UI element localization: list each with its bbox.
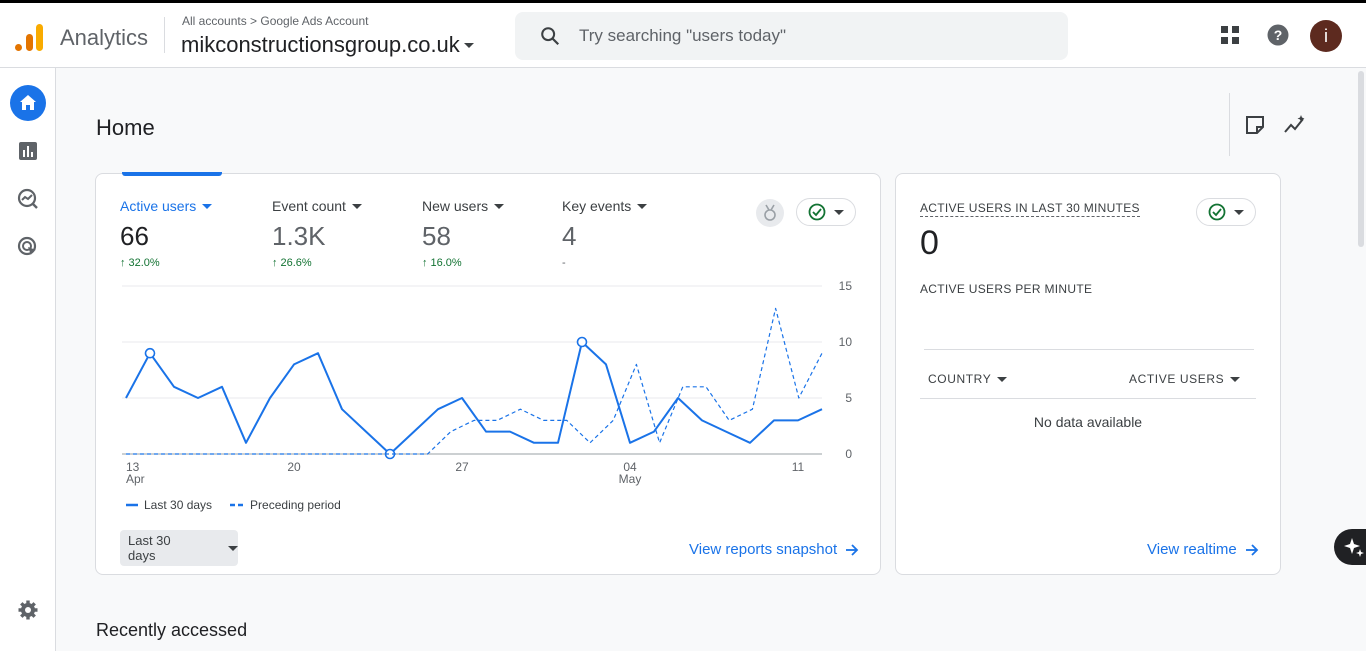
target-cursor-icon (17, 236, 37, 256)
anomaly-marker (144, 347, 156, 359)
nav-admin[interactable] (10, 592, 46, 628)
explore-icon (17, 188, 38, 209)
ai-assistant-button[interactable] (1334, 529, 1366, 565)
x-tick-label: 27 (455, 460, 469, 474)
account-selector[interactable]: mikconstructionsgroup.co.uk (181, 32, 474, 58)
y-tick-label: 0 (845, 447, 852, 461)
nav-home[interactable] (10, 85, 46, 121)
column-label: ACTIVE USERS (1129, 372, 1225, 386)
insights-icon[interactable] (1283, 113, 1307, 137)
help-icon[interactable]: ? (1266, 23, 1290, 47)
realtime-subtitle: ACTIVE USERS PER MINUTE (920, 282, 1093, 296)
avatar[interactable]: i (1310, 20, 1342, 52)
apps-grid-icon[interactable] (1218, 23, 1242, 47)
account-name: mikconstructionsgroup.co.uk (181, 32, 460, 57)
legend-item-preceding: Preceding period (230, 498, 341, 512)
chevron-down-icon (463, 42, 474, 48)
arrow-right-icon (846, 543, 859, 556)
x-tick-month: Apr (126, 472, 145, 486)
search-input[interactable] (579, 26, 1039, 46)
page-scrollbar[interactable] (1358, 71, 1364, 247)
metrics-line-chart: 15105013Apr20 27 04May11 (122, 279, 853, 486)
search-bar[interactable] (515, 12, 1068, 60)
nav-explore[interactable] (10, 181, 46, 217)
sparkle-icon (1344, 538, 1364, 557)
top-bar: Analytics All accounts > Google Ads Acco… (0, 3, 1366, 68)
per-minute-baseline (924, 349, 1254, 350)
x-tick-label: 20 (287, 460, 301, 474)
y-tick-label: 10 (839, 335, 853, 349)
analytics-logo[interactable] (14, 22, 44, 52)
legend-solid-swatch (126, 503, 138, 507)
chevron-down-icon (1234, 209, 1244, 215)
y-tick-label: 15 (839, 279, 853, 293)
gear-icon (18, 600, 38, 620)
chevron-down-icon (997, 376, 1008, 382)
x-tick-label: 11 (792, 460, 805, 474)
app-title: Analytics (60, 25, 149, 50)
bar-chart-icon (19, 142, 37, 160)
arrow-right-icon (1245, 543, 1259, 556)
home-icon (20, 95, 36, 110)
x-tick-month: May (619, 472, 642, 486)
realtime-title[interactable]: ACTIVE USERS IN LAST 30 MINUTES (920, 201, 1140, 217)
breadcrumb[interactable]: All accounts > Google Ads Account (182, 14, 368, 28)
chart-legend: Last 30 days Preceding period (126, 498, 341, 512)
nav-advertising[interactable] (10, 229, 46, 265)
y-tick-label: 5 (845, 391, 852, 405)
legend-label: Last 30 days (144, 498, 213, 512)
legend-item-current: Last 30 days (126, 498, 212, 512)
nav-reports[interactable] (10, 133, 46, 169)
column-country[interactable]: COUNTRY (928, 372, 1008, 386)
search-icon (541, 27, 560, 46)
link-label: View realtime (1147, 541, 1237, 558)
realtime-data-quality-selector[interactable] (1196, 198, 1256, 226)
column-active-users[interactable]: ACTIVE USERS (1129, 372, 1241, 386)
legend-dashed-swatch (230, 503, 245, 507)
view-reports-snapshot-link[interactable]: View reports snapshot (689, 541, 859, 558)
realtime-card: ACTIVE USERS IN LAST 30 MINUTES 0 ACTIVE… (895, 173, 1281, 575)
check-circle-icon (1208, 203, 1226, 221)
header-divider (164, 17, 165, 53)
legend-label: Preceding period (250, 498, 341, 512)
recently-accessed-heading: Recently accessed (96, 620, 248, 640)
link-label: View reports snapshot (689, 541, 838, 558)
view-realtime-link[interactable]: View realtime (1147, 541, 1259, 558)
date-range-label: Last 30 days (128, 533, 171, 563)
note-icon[interactable] (1243, 113, 1267, 137)
empty-state: No data available (1033, 414, 1143, 430)
chevron-down-icon (228, 545, 238, 551)
left-nav (0, 68, 56, 651)
anomaly-marker (576, 336, 588, 348)
svg-text:?: ? (1274, 27, 1283, 43)
date-range-selector[interactable]: Last 30 days (120, 530, 238, 566)
metrics-card: Active users 66 ↑ 32.0% Event count 1.3K … (95, 172, 881, 575)
column-label: COUNTRY (928, 372, 992, 386)
page-actions-divider (1229, 93, 1230, 156)
table-divider (920, 398, 1256, 399)
page-title: Home (96, 115, 155, 140)
series-line-1 (126, 307, 823, 455)
realtime-value: 0 (920, 224, 939, 262)
chevron-down-icon (1230, 376, 1241, 382)
